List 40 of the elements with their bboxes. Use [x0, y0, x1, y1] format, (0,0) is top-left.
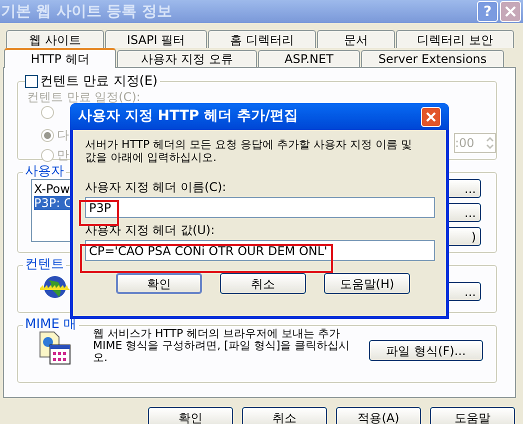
field-label: 사용자 지정 헤더 이름(C):: [85, 179, 228, 196]
dialog-button[interactable]: 취소: [242, 407, 327, 424]
dialog-button[interactable]: 도움말: [430, 407, 515, 424]
dialog-button[interactable]: 도움말(H): [324, 273, 410, 294]
dialog-title: 사용자 지정 HTTP 헤더 추가/편집: [78, 107, 298, 126]
tab[interactable]: HTTP 헤더: [4, 48, 116, 68]
group-label: 사용자: [23, 165, 66, 178]
group-label: MIME 매: [23, 318, 79, 331]
checkbox-label: 컨텐트 만료 지정(E): [40, 73, 158, 91]
tab[interactable]: 웹 사이트: [6, 30, 104, 48]
dialog-button[interactable]: 확인: [148, 407, 233, 424]
tab[interactable]: 홈 디렉터리: [208, 30, 316, 48]
globe-icon: [39, 274, 71, 300]
tab[interactable]: ASP.NET: [258, 50, 360, 67]
list-item[interactable]: X-Pow: [34, 182, 70, 196]
file-types-button[interactable]: 파일 형식(F)...: [369, 340, 483, 361]
radio-label: 다: [57, 127, 69, 144]
highlight-box: [79, 200, 119, 226]
mime-description: 웹 서비스가 HTTP 헤더의 브라우저에 보내는 추가 MIME 형식을 구성하려면, [파일 형식]을 클릭하십시오.: [93, 328, 351, 364]
tab[interactable]: 문서: [317, 30, 395, 48]
tab[interactable]: Server Extensions: [361, 50, 504, 67]
dialog-button[interactable]: 취소: [220, 273, 306, 294]
close-icon: [426, 112, 436, 122]
document-icon: [38, 331, 72, 365]
dialog-button[interactable]: 확인: [116, 273, 202, 294]
close-button[interactable]: [500, 1, 521, 22]
spinner-icon[interactable]: [485, 135, 495, 151]
window-title: 기본 웹 사이트 등록 정보: [0, 1, 172, 22]
tab[interactable]: 디렉터리 보안: [396, 30, 514, 48]
radio-label: 만: [57, 147, 69, 164]
group-label: 컨텐트: [23, 258, 66, 271]
dialog-button[interactable]: 적용(A): [336, 407, 421, 424]
close-icon: [505, 6, 516, 17]
header-name-field[interactable]: P3P: [85, 197, 435, 218]
group-label: 컨텐트 만료 일정(C):: [27, 89, 140, 106]
dialog-description: 서버가 HTTP 헤더의 모든 요청 응답에 추가할 사용자 지정 이름 및 값을 아래에 입력하십시오.: [85, 138, 414, 164]
tab[interactable]: 사용자 지정 오류: [117, 50, 257, 67]
header-value-field[interactable]: CP='CAO PSA CONi OTR OUR DEM ONL': [85, 240, 435, 261]
close-button[interactable]: [421, 106, 441, 126]
tab[interactable]: ISAPI 필터: [105, 30, 207, 48]
